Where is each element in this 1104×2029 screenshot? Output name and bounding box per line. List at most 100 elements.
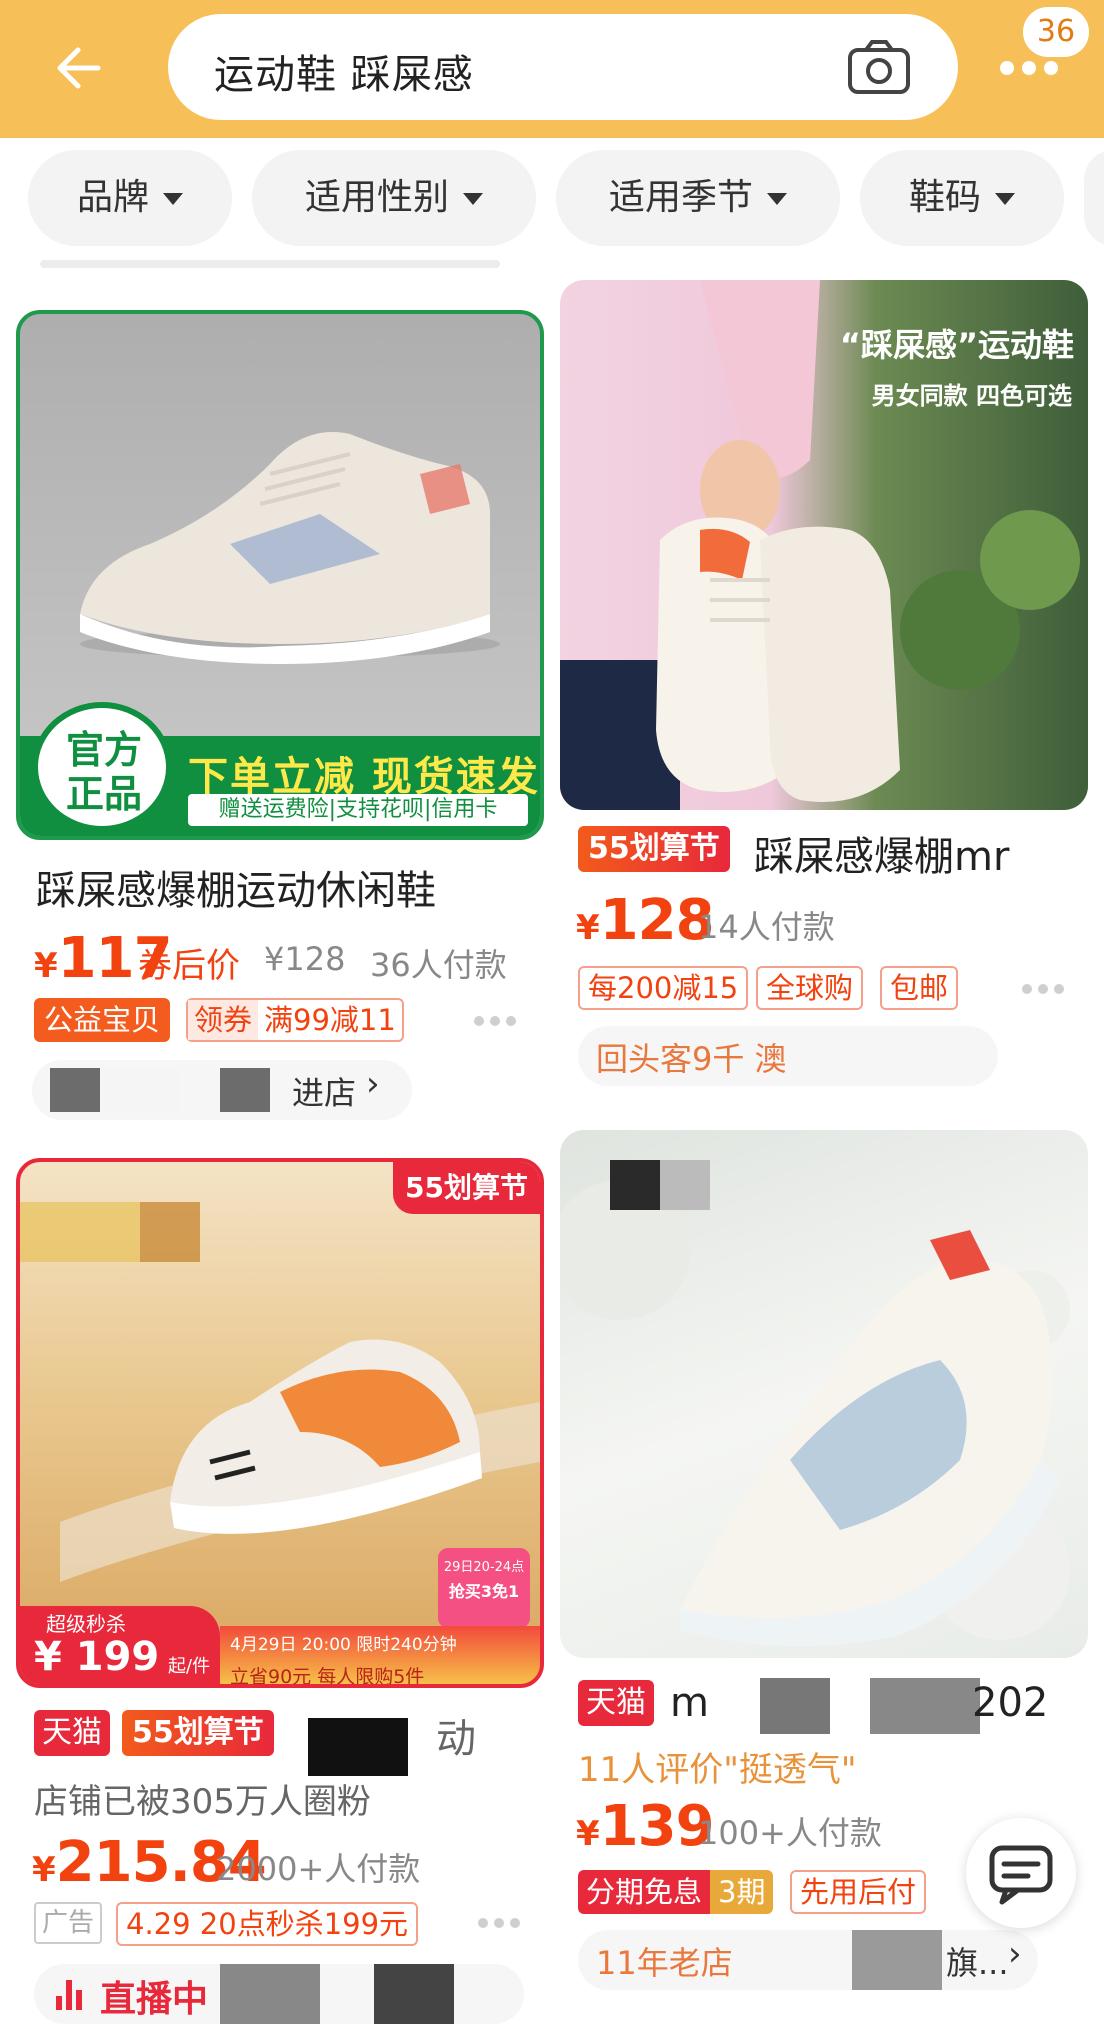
back-button[interactable] xyxy=(50,38,110,98)
chat-bubble-icon xyxy=(989,1845,1053,1905)
product-image[interactable]: 下单立减 现货速发 赠送运费险|支持花呗|信用卡 官方正品 xyxy=(16,310,544,840)
redacted-live-title xyxy=(374,1964,454,2024)
tmall-tag: 天猫 xyxy=(578,1680,654,1726)
coupon-tag[interactable]: 领券 满99减11 xyxy=(186,998,404,1042)
redacted-image-logo xyxy=(610,1160,660,1210)
discount-tag: 每200减15 xyxy=(578,966,749,1010)
filter-gender[interactable]: 适用性别 xyxy=(252,150,536,246)
filter-more[interactable] xyxy=(1084,150,1104,246)
pay-later-tag: 先用后付 xyxy=(790,1870,927,1914)
promo-corner-label: 55划算节 xyxy=(393,1162,540,1214)
filter-brand[interactable]: 品牌 xyxy=(28,150,232,246)
product-title-tail[interactable]: 动 xyxy=(436,1706,476,1764)
live-bars-icon xyxy=(56,1978,86,2010)
coupon-value: 满99减11 xyxy=(264,1003,396,1037)
flash-sale-price: ¥ 199 xyxy=(34,1634,160,1680)
currency: ¥ xyxy=(32,1850,56,1890)
shop-name-tail: 旗... xyxy=(946,1944,1009,1982)
cat-promo-badge: 29日20-24点 抢买3免1 xyxy=(438,1548,530,1628)
shop-entry[interactable]: 11年老店 旗... › xyxy=(578,1930,1038,1990)
more-options-icon[interactable] xyxy=(1022,984,1066,996)
flash-sale-save: 立省90元 每人限购5件 xyxy=(230,1666,425,1688)
filter-label: 品牌 xyxy=(76,177,149,218)
more-dots-icon xyxy=(1000,61,1014,75)
redacted-shop-name xyxy=(852,1930,942,1990)
more-options-icon[interactable] xyxy=(474,1016,518,1028)
product-image[interactable]: 55划算节 29日20-24点 抢买3免1 超级秒杀 ¥ 199 起/件 4月2… xyxy=(16,1158,544,1688)
filter-label: 适用性别 xyxy=(304,177,449,218)
shop-text: 回头客9千 澳 xyxy=(596,1040,787,1078)
redacted-title xyxy=(760,1678,830,1734)
chevron-right-icon: › xyxy=(1008,1934,1022,1974)
filter-bar: 品牌 适用性别 适用季节 鞋码 xyxy=(0,150,1104,250)
flash-sale-time: 4月29日 20:00 限时240分钟 xyxy=(230,1635,457,1655)
product-card-2[interactable]: “踩屎感”运动鞋 男女同款 四色可选 55划算节 踩屎感爆棚mr ¥128 14… xyxy=(560,280,1088,1100)
top-bar: 运动鞋 踩屎感 36 xyxy=(0,0,1104,138)
sales-count: 100+人付款 xyxy=(698,1814,882,1852)
caret-down-icon xyxy=(163,193,183,205)
currency: ¥ xyxy=(34,946,58,986)
redacted-title xyxy=(870,1678,980,1734)
flash-sale-tag: 4.29 20点秒杀199元 xyxy=(116,1902,419,1946)
installment-label: 分期免息 xyxy=(578,1870,711,1914)
product-title[interactable]: 踩屎感爆棚运动休闲鞋 xyxy=(36,858,436,916)
sales-count: 14人付款 xyxy=(698,908,835,946)
shop-age-label: 11年老店 xyxy=(596,1944,733,1982)
divider xyxy=(40,260,500,268)
price-value: 139 xyxy=(599,1794,715,1859)
image-subtext: 男女同款 四色可选 xyxy=(871,382,1072,410)
customer-service-button[interactable] xyxy=(966,1818,1076,1928)
arrow-left-icon xyxy=(57,47,101,89)
caret-down-icon xyxy=(463,193,483,205)
product-title[interactable]: 踩屎感爆棚mr xyxy=(754,824,1009,882)
banner-subtext: 赠送运费险|支持花呗|信用卡 xyxy=(188,794,528,826)
cat-promo-date: 29日20-24点 xyxy=(443,1560,525,1575)
cat-promo-text: 抢买3免1 xyxy=(448,1582,520,1601)
global-tag: 全球购 xyxy=(756,966,864,1010)
redacted-shop-name xyxy=(220,1068,270,1112)
caret-down-icon xyxy=(767,193,787,205)
live-entry[interactable]: 直播中 xyxy=(34,1964,524,2024)
currency: ¥ xyxy=(576,1814,600,1854)
product-card-3[interactable]: 55划算节 29日20-24点 抢买3免1 超级秒杀 ¥ 199 起/件 4月2… xyxy=(16,1158,544,2029)
filter-label: 适用季节 xyxy=(608,177,753,218)
official-badge-text: 官方正品 xyxy=(65,728,142,816)
promo-55-tag: 55划算节 xyxy=(578,826,730,872)
shop-entry[interactable]: 进店 › xyxy=(32,1060,412,1120)
charity-tag: 公益宝贝 xyxy=(34,998,171,1042)
caret-down-icon xyxy=(995,193,1015,205)
shop-entry[interactable]: 回头客9千 澳 xyxy=(578,1026,998,1086)
product-title-head[interactable]: m xyxy=(670,1680,709,1726)
product-image[interactable]: “踩屎感”运动鞋 男女同款 四色可选 xyxy=(560,280,1088,810)
message-count-badge: 36 xyxy=(1020,4,1092,60)
official-badge: 官方正品 xyxy=(32,702,172,832)
filter-season[interactable]: 适用季节 xyxy=(556,150,840,246)
redacted-shop-name xyxy=(50,1068,100,1112)
flash-sale-box: 超级秒杀 ¥ 199 起/件 xyxy=(20,1606,220,1684)
more-dot xyxy=(1044,61,1058,75)
product-title-tail[interactable]: 202 xyxy=(972,1680,1048,1726)
redacted-image-logo xyxy=(660,1160,710,1210)
product-price: ¥139 xyxy=(576,1794,715,1859)
filter-size[interactable]: 鞋码 xyxy=(860,150,1064,246)
free-shipping-tag: 包邮 xyxy=(880,966,959,1010)
enter-shop-link[interactable]: 进店 xyxy=(292,1068,356,1114)
sales-count: 36人付款 xyxy=(370,946,507,984)
search-box[interactable]: 运动鞋 踩屎感 xyxy=(168,14,958,120)
chevron-right-icon: › xyxy=(366,1064,380,1104)
image-headline: “踩屎感”运动鞋 xyxy=(839,326,1074,364)
sales-count: 2000+人付款 xyxy=(216,1850,421,1888)
search-input[interactable]: 运动鞋 踩屎感 xyxy=(214,42,474,100)
redacted-shop-name xyxy=(100,1068,180,1112)
more-options-icon[interactable] xyxy=(478,1918,522,1930)
filter-label: 鞋码 xyxy=(908,177,981,218)
promo-55-tag: 55划算节 xyxy=(122,1710,274,1756)
installment-tag: 分期免息 3期 xyxy=(578,1870,774,1914)
ad-label: 广告 xyxy=(34,1902,103,1944)
review-highlight: 11人评价"挺透气" xyxy=(578,1750,857,1790)
product-image[interactable] xyxy=(560,1130,1088,1658)
redacted-live-title xyxy=(220,1964,320,2024)
product-card-1[interactable]: 下单立减 现货速发 赠送运费险|支持花呗|信用卡 官方正品 踩屎感爆棚运动休闲鞋… xyxy=(16,310,544,1120)
camera-search-button[interactable] xyxy=(846,38,912,96)
tmall-tag: 天猫 xyxy=(34,1710,110,1756)
